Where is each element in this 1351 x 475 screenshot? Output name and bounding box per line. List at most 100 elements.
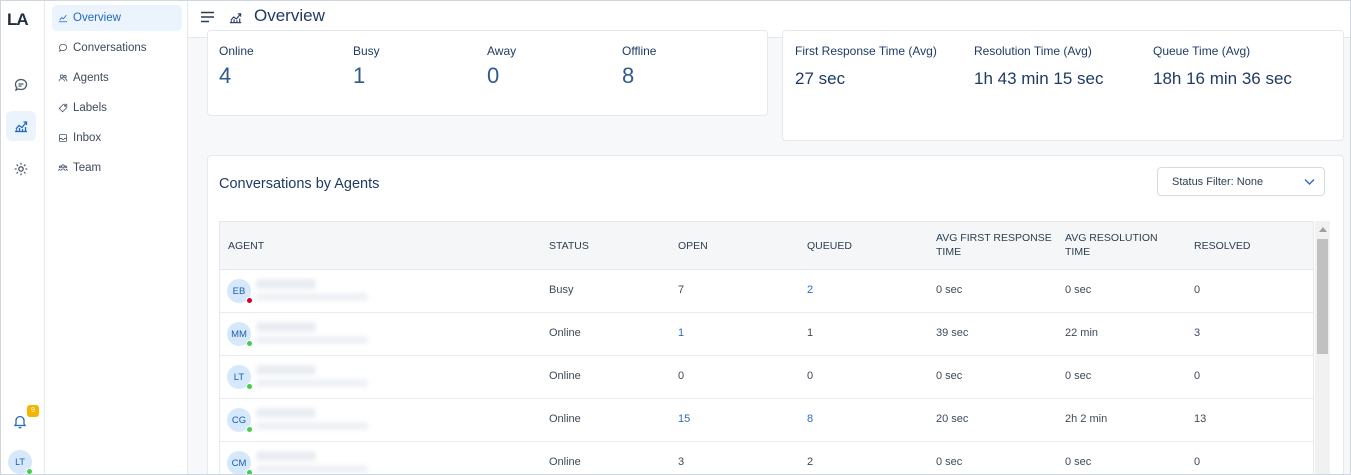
bell-icon <box>13 415 27 429</box>
cell-open: 7 <box>678 284 685 296</box>
inbox-icon <box>59 134 67 142</box>
stat-label: Busy <box>353 44 380 58</box>
user-initials: LT <box>15 457 25 467</box>
subnav-item-conversations[interactable]: Conversations <box>52 35 182 61</box>
cell-resolution: 0 sec <box>1065 456 1092 468</box>
notifications-button[interactable]: 9 <box>8 405 39 430</box>
subnav-item-label: Overview <box>73 12 121 24</box>
agent-name-redacted <box>256 365 316 375</box>
agent-email-redacted <box>256 422 368 430</box>
chart-line-icon <box>58 14 68 23</box>
metric-label: Queue Time (Avg) <box>1153 44 1251 58</box>
agent-email-redacted <box>256 336 368 344</box>
table-row[interactable]: MM Online 1 1 39 sec 22 min 3 <box>220 313 1313 356</box>
icon-rail: LA 9 LT <box>0 0 45 475</box>
subnav-item-inbox[interactable]: Inbox <box>52 125 182 151</box>
status-filter-label: Status Filter: None <box>1172 175 1264 188</box>
cell-open-link[interactable]: 15 <box>678 413 690 425</box>
cell-queued: 1 <box>807 327 814 339</box>
table-row[interactable]: LT Online 0 0 0 sec 0 sec 0 <box>220 356 1313 399</box>
stat-value: 1 <box>353 63 366 88</box>
agent-email-redacted <box>256 293 368 301</box>
cell-first-response: 0 sec <box>936 284 963 296</box>
cell-queued: 0 <box>807 370 814 382</box>
table-row[interactable]: CM Online 3 2 0 sec 0 sec 0 <box>220 442 1313 475</box>
subnav-item-label: Agents <box>73 72 109 84</box>
scroll-up-arrow-icon[interactable] <box>1319 227 1327 232</box>
user-online-status-dot <box>26 468 33 475</box>
column-header-agent[interactable]: AGENT <box>228 239 264 253</box>
cell-resolved: 13 <box>1194 413 1207 425</box>
column-header-open[interactable]: OPEN <box>678 239 708 253</box>
stat-busy: Busy 1 <box>353 44 380 89</box>
subnav-item-label: Team <box>73 162 102 174</box>
user-avatar[interactable]: LT <box>8 450 33 475</box>
agent-status-dot <box>246 426 253 433</box>
cell-resolved: 0 <box>1194 284 1201 296</box>
cell-resolved: 0 <box>1194 456 1201 468</box>
cell-resolution: 0 sec <box>1065 370 1092 382</box>
metric-label: Resolution Time (Avg) <box>974 44 1092 58</box>
agents-icon <box>58 74 68 82</box>
cell-resolution: 2h 2 min <box>1065 413 1108 425</box>
cell-resolved: 0 <box>1194 370 1201 382</box>
hamburger-menu-icon[interactable] <box>201 11 214 23</box>
settings-rail-button[interactable] <box>6 154 36 184</box>
stat-label: Online <box>219 44 254 58</box>
metric-resolution: Resolution Time (Avg) 1h 43 min 15 sec <box>974 44 1103 89</box>
metric-label: First Response Time (Avg) <box>795 44 937 58</box>
scrollbar-thumb[interactable] <box>1317 239 1328 354</box>
agent-initials: LT <box>233 371 245 383</box>
cell-queued-link[interactable]: 8 <box>807 413 813 425</box>
stat-online: Online 4 <box>219 44 254 89</box>
agents-table: AGENT STATUS OPEN QUEUED AVG FIRST RESPO… <box>219 221 1314 475</box>
stat-value: 4 <box>219 63 232 88</box>
chat-icon <box>58 43 68 53</box>
cell-first-response: 0 sec <box>936 370 963 382</box>
column-header-resolved[interactable]: RESOLVED <box>1194 239 1250 253</box>
section-title: Conversations by Agents <box>219 176 380 192</box>
subnav-item-labels[interactable]: Labels <box>52 95 182 121</box>
conversations-rail-button[interactable] <box>6 70 36 100</box>
agent-initials: MM <box>231 328 247 340</box>
stat-away: Away 0 <box>487 44 516 89</box>
status-filter-dropdown[interactable]: Status Filter: None <box>1157 167 1325 196</box>
cell-status: Busy <box>549 284 574 296</box>
table-scrollbar[interactable] <box>1315 221 1330 475</box>
column-header-line: AVG FIRST RESPONSE <box>936 232 1052 244</box>
cell-first-response: 20 sec <box>936 413 969 425</box>
cell-open: 3 <box>678 456 685 468</box>
app-logo[interactable]: LA <box>7 10 29 30</box>
subnav-item-team[interactable]: Team <box>52 155 182 181</box>
column-header-status[interactable]: STATUS <box>549 239 589 253</box>
column-header-line: TIME <box>936 246 962 258</box>
table-row[interactable]: CG Online 15 8 20 sec 2h 2 min 13 <box>220 399 1313 442</box>
agent-initials: EB <box>232 285 246 297</box>
agent-status-dot <box>246 469 253 475</box>
reports-subnav: Overview Conversations Agents Labels Inb… <box>45 0 188 475</box>
agent-initials: CG <box>231 414 247 426</box>
cell-first-response: 39 sec <box>936 327 969 339</box>
column-header-line: AVG RESOLUTION <box>1065 232 1158 244</box>
subnav-item-overview[interactable]: Overview <box>52 5 182 31</box>
table-header: AGENT STATUS OPEN QUEUED AVG FIRST RESPO… <box>220 222 1313 270</box>
cell-open-link[interactable]: 1 <box>678 327 684 339</box>
metric-value: 1h 43 min 15 sec <box>974 69 1104 88</box>
agent-name-redacted <box>256 451 316 461</box>
cell-queued-link[interactable]: 2 <box>807 284 813 296</box>
subnav-item-agents[interactable]: Agents <box>52 65 182 91</box>
agent-avatar: MM <box>227 322 253 347</box>
column-header-avg-resolution[interactable]: AVG RESOLUTION TIME <box>1065 231 1158 259</box>
reports-rail-button[interactable] <box>6 111 36 141</box>
agent-avatar: LT <box>227 365 253 390</box>
cell-resolved: 3 <box>1194 327 1201 339</box>
agent-avatar: EB <box>227 279 253 304</box>
column-header-avg-first-response[interactable]: AVG FIRST RESPONSE TIME <box>936 231 1052 259</box>
column-header-queued[interactable]: QUEUED <box>807 239 852 253</box>
agent-avatar: CM <box>227 451 253 475</box>
cell-queued: 2 <box>807 456 814 468</box>
stat-offline: Offline 8 <box>622 44 656 89</box>
cell-resolution: 0 sec <box>1065 284 1092 296</box>
metric-first-response: First Response Time (Avg) 27 sec <box>795 44 937 89</box>
table-row[interactable]: EB Busy 7 2 0 sec 0 sec 0 <box>220 270 1313 313</box>
